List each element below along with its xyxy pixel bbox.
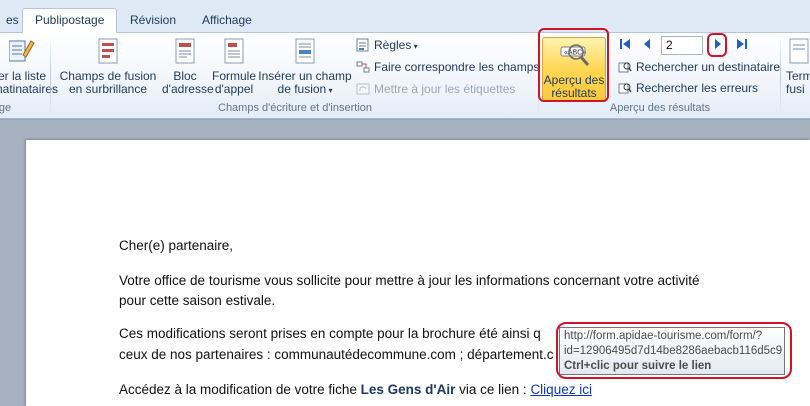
find-recipient-label: Rechercher un destinataire: [636, 60, 781, 74]
greeting-text: Cher(e) partenaire,: [119, 238, 234, 253]
rules-icon: [356, 38, 370, 52]
address-block-button[interactable]: Bloc d'adresse: [162, 35, 214, 96]
insert-merge-field-button[interactable]: Insérer un champ de fusion ▾: [258, 35, 352, 97]
find-recipient-button[interactable]: Rechercher un destinataire: [618, 58, 780, 76]
left-group-label: ge: [0, 102, 12, 114]
recipient-list-icon: [8, 35, 35, 67]
finish-merge-label-2: fusi: [786, 82, 805, 96]
greeting-line-icon: [221, 35, 247, 67]
tab-revision[interactable]: Révision: [118, 9, 188, 33]
rules-label: Règles: [374, 38, 412, 52]
record-number-input[interactable]: 2: [661, 36, 703, 55]
update-labels-icon: [356, 82, 370, 96]
paragraph-2-line-1: Ces modifications seront prises en compt…: [119, 326, 541, 341]
champs-group-label: Champs d'écriture et d'insertion: [218, 102, 372, 114]
separator: [50, 37, 51, 115]
insert-merge-field-label-1: Insérer un champ: [258, 69, 352, 83]
finish-merge-icon: [788, 35, 810, 67]
chevron-down-icon: ▾: [411, 42, 418, 51]
paragraph-3: Accédez à la modification de votre fiche…: [119, 380, 592, 399]
match-fields-label: Faire correspondre les champs: [374, 60, 540, 74]
update-labels-button[interactable]: Mettre à jour les étiquettes: [356, 80, 515, 98]
last-record-button[interactable]: [736, 37, 748, 54]
highlight-box-next: [707, 33, 727, 57]
match-fields-button[interactable]: Faire correspondre les champs: [356, 58, 539, 76]
highlight-box-tooltip: [556, 322, 792, 379]
find-recipient-icon: [618, 60, 632, 74]
previous-record-button[interactable]: [642, 37, 652, 54]
edit-form-link[interactable]: Cliquez ici: [530, 382, 592, 397]
highlight-merge-fields-label-1: Champs de fusion: [59, 69, 157, 83]
tab-publipostage[interactable]: Publipostage: [22, 8, 118, 34]
highlight-merge-fields-button[interactable]: Champs de fusion en surbrillance: [58, 35, 158, 96]
address-block-label-2: d'adresse: [162, 82, 214, 96]
highlight-merge-fields-label-2: en surbrillance: [68, 82, 148, 96]
rules-button[interactable]: Règles ▾: [356, 36, 418, 54]
greeting-line-button[interactable]: Formule d'appel: [210, 35, 258, 96]
highlight-fields-icon: [95, 35, 121, 67]
finish-merge-label-1: Term: [786, 69, 810, 83]
apercu-group-label: Aperçu des résultats: [609, 102, 711, 114]
address-block-label-1: Bloc: [173, 69, 197, 83]
paragraph-3-prefix: Accédez à la modification de votre fiche: [119, 382, 361, 397]
check-errors-icon: [618, 81, 632, 95]
greeting-line-label-1: Formule: [211, 69, 256, 83]
paragraph-1-line-1: Votre office de tourisme vous sollicite …: [119, 273, 700, 288]
paragraph-1-line-2: pour cette saison estivale.: [119, 293, 276, 308]
previous-record-icon: [642, 39, 652, 54]
tab-affichage[interactable]: Affichage: [190, 9, 264, 33]
address-block-icon: [172, 35, 198, 67]
insert-field-icon: [292, 35, 318, 67]
match-fields-icon: [356, 60, 370, 74]
business-name: Les Gens d'Air: [360, 382, 456, 397]
greeting-line-label-2: d'appel: [214, 82, 254, 96]
paragraph-3-mid: via ce lien :: [455, 382, 531, 397]
separator: [780, 37, 781, 115]
insert-merge-field-label-2: de fusion: [277, 82, 327, 96]
edit-recipients-label-1: er la liste: [0, 69, 47, 83]
first-record-button[interactable]: [619, 37, 631, 54]
paragraph-2-line-2: ceux de nos partenaires : communautédeco…: [119, 347, 554, 362]
finish-merge-button[interactable]: Term fusi: [786, 35, 810, 96]
last-record-icon: [736, 39, 748, 54]
highlight-box-preview: [538, 28, 609, 102]
check-errors-button[interactable]: Rechercher les erreurs: [618, 79, 758, 97]
edit-recipients-button[interactable]: er la liste natinataires: [0, 35, 58, 96]
ribbon-tabs: es Publipostage Révision Affichage: [0, 0, 810, 34]
update-labels-label: Mettre à jour les étiquettes: [374, 82, 516, 96]
check-errors-label: Rechercher les erreurs: [636, 81, 759, 95]
dropdown-arrow-icon: ▾: [326, 86, 333, 95]
first-record-icon: [619, 39, 631, 54]
